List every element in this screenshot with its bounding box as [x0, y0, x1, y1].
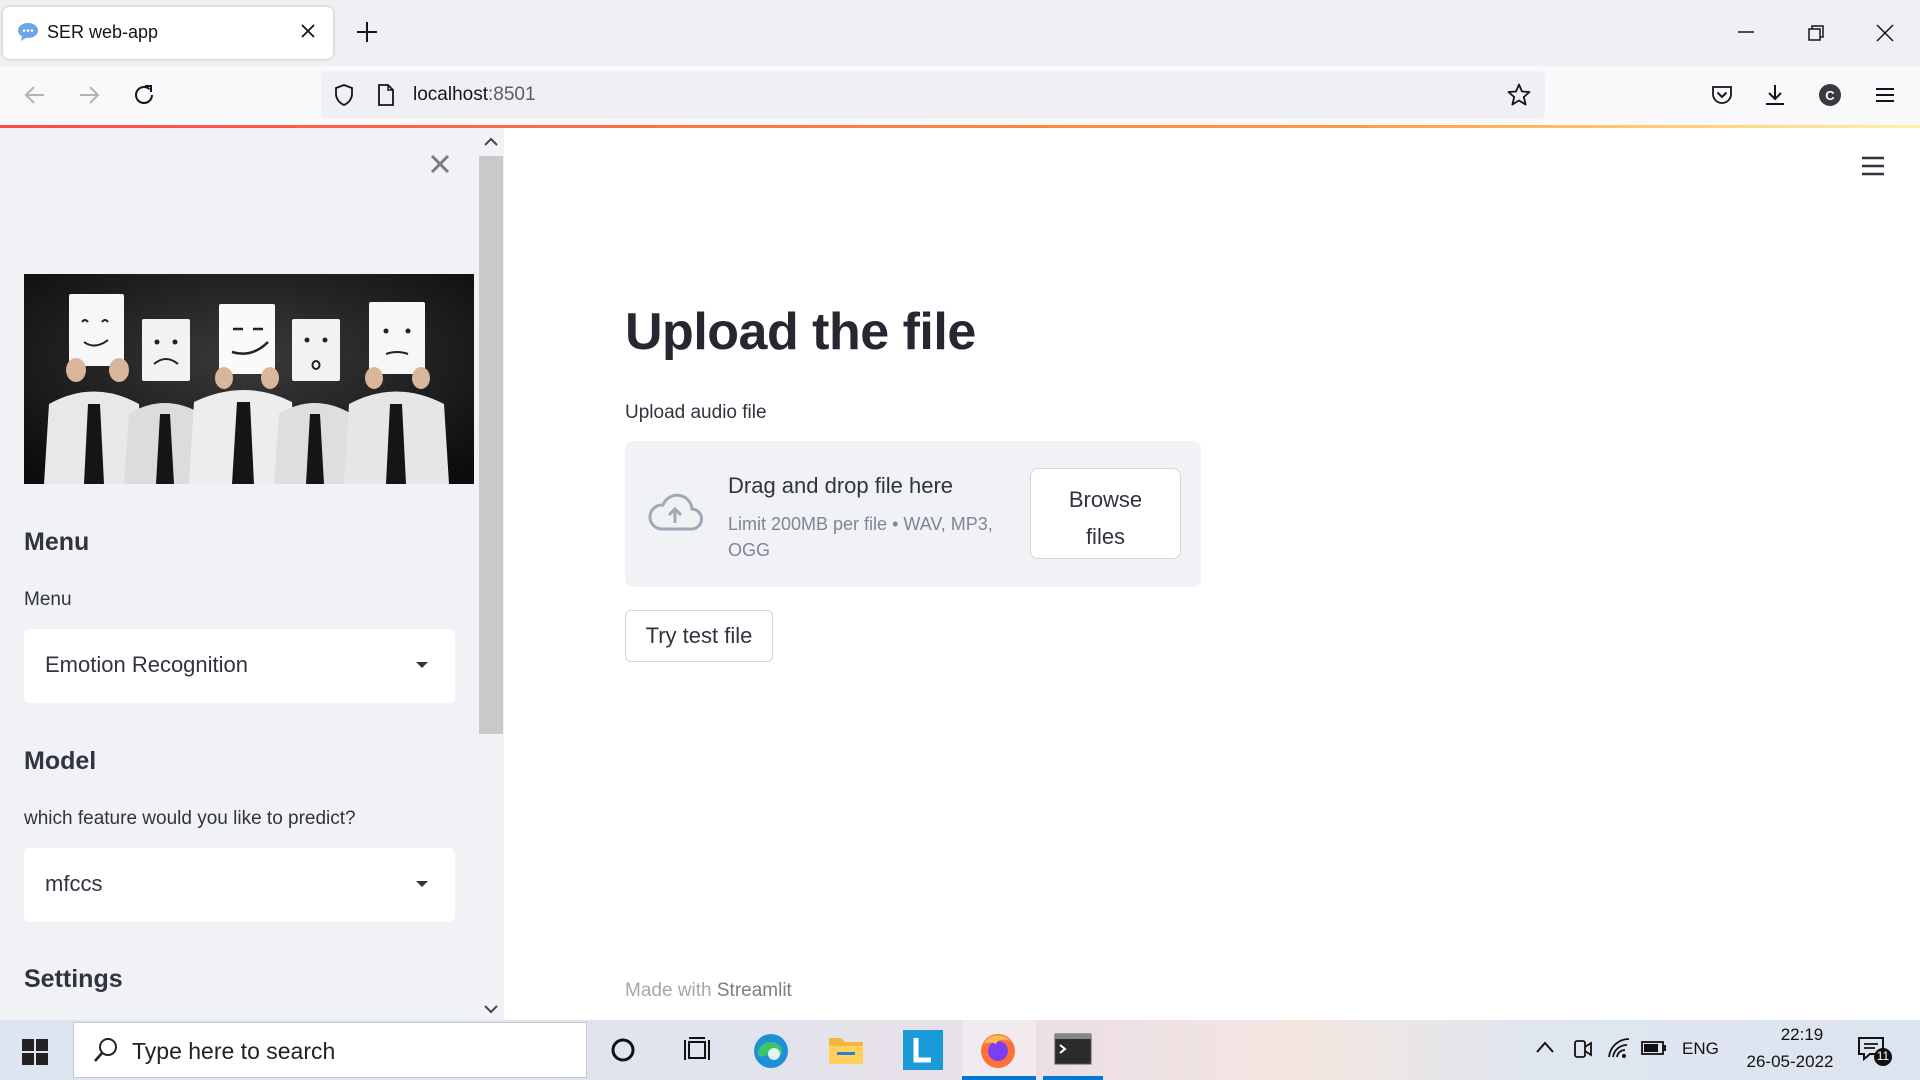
window-close-icon[interactable]	[1875, 23, 1895, 48]
bookmark-star-icon[interactable]	[1506, 82, 1532, 113]
browse-button-label-line2: files	[1085, 523, 1126, 549]
try-test-file-button[interactable]: Try test file	[625, 610, 773, 662]
hamburger-menu-icon[interactable]	[1860, 154, 1886, 183]
url-text[interactable]: localhost:8501	[413, 84, 536, 106]
windows-start-icon[interactable]	[22, 1039, 48, 1070]
edge-browser-icon[interactable]	[752, 1032, 790, 1075]
sidebar-scrollbar-thumb[interactable]	[479, 156, 503, 734]
browse-files-button[interactable]: Browse files	[1030, 468, 1181, 559]
tab-title: SER web-app	[47, 22, 159, 42]
svg-text:C: C	[1825, 88, 1835, 103]
pocket-icon[interactable]	[1709, 82, 1735, 113]
search-placeholder: Type here to search	[132, 1038, 336, 1064]
footer-prefix: Made with	[625, 980, 717, 1001]
l-app-icon[interactable]	[903, 1030, 943, 1075]
scroll-down-arrow-icon[interactable]	[484, 1001, 498, 1019]
menu-label: Menu	[24, 589, 72, 610]
url-host: localhost	[413, 84, 488, 105]
page-info-icon[interactable]	[375, 83, 397, 112]
cortana-icon[interactable]	[609, 1036, 637, 1069]
battery-icon[interactable]	[1641, 1039, 1667, 1062]
task-view-icon[interactable]	[682, 1036, 712, 1069]
wifi-icon[interactable]	[1607, 1037, 1631, 1066]
settings-heading: Settings	[24, 965, 123, 993]
model-feature-select[interactable]: mfccs	[24, 848, 455, 922]
caret-down-icon	[416, 881, 428, 887]
window-minimize-icon[interactable]	[1736, 22, 1756, 47]
browser-tab-bar: SER web-app	[0, 0, 1920, 66]
browser-navigation-bar: localhost:8501 C	[0, 66, 1920, 126]
terminal-icon[interactable]	[1054, 1033, 1092, 1070]
search-icon	[92, 1036, 120, 1069]
streamlit-link[interactable]: Streamlit	[717, 980, 792, 1001]
menu-select[interactable]: Emotion Recognition	[24, 629, 455, 703]
sidebar-close-icon[interactable]	[428, 152, 452, 181]
account-avatar-icon[interactable]: C	[1817, 82, 1843, 113]
menu-select-value: Emotion Recognition	[45, 652, 249, 677]
downloads-icon[interactable]	[1762, 82, 1788, 113]
reload-icon[interactable]	[131, 82, 157, 113]
windows-taskbar: Type here to search ENG 22:19 26-05-2022…	[0, 1020, 1920, 1080]
cloud-upload-icon	[647, 491, 703, 538]
url-port: :8501	[488, 84, 536, 105]
terminal-running-indicator	[1043, 1076, 1103, 1080]
upload-audio-label: Upload audio file	[625, 402, 767, 423]
language-indicator[interactable]: ENG	[1682, 1039, 1719, 1059]
dropzone-title: Drag and drop file here	[728, 473, 954, 498]
show-hidden-icons-chevron-icon[interactable]	[1535, 1040, 1555, 1059]
app-menu-icon[interactable]	[1872, 82, 1898, 113]
browse-button-label-line1: Browse	[1068, 486, 1143, 512]
browser-tab[interactable]: SER web-app	[3, 7, 333, 59]
firefox-running-indicator	[962, 1076, 1036, 1080]
back-arrow-icon[interactable]	[22, 82, 48, 113]
firefox-icon[interactable]	[978, 1030, 1018, 1075]
scroll-up-arrow-icon[interactable]	[484, 134, 498, 152]
page-title: Upload the file	[625, 303, 976, 361]
new-tab-icon[interactable]	[354, 19, 380, 50]
shield-icon[interactable]	[331, 82, 357, 113]
model-label: which feature would you like to predict?	[24, 808, 356, 829]
model-heading: Model	[24, 747, 97, 775]
taskbar-search-box[interactable]: Type here to search	[73, 1022, 587, 1078]
sidebar: Menu Menu Emotion Recognition Model whic…	[0, 128, 504, 1020]
forward-arrow-icon[interactable]	[76, 82, 102, 113]
notifications-icon[interactable]: 11	[1856, 1033, 1892, 1074]
tab-close-icon[interactable]	[299, 22, 317, 45]
file-dropzone[interactable]: Drag and drop file here Limit 200MB per …	[625, 441, 1201, 587]
file-explorer-icon[interactable]	[827, 1032, 865, 1073]
model-select-value: mfccs	[45, 871, 103, 896]
clock-date[interactable]: 26-05-2022	[1736, 1052, 1844, 1072]
faces-masks-image	[24, 274, 474, 484]
dropzone-limit-text: Limit 200MB per file • WAV, MP3, OGG	[728, 514, 993, 560]
footer: Made with Streamlit	[625, 980, 792, 1002]
caret-down-icon	[416, 662, 428, 668]
speech-bubble-icon	[17, 22, 39, 47]
window-restore-icon[interactable]	[1806, 23, 1826, 48]
menu-heading: Menu	[24, 528, 90, 556]
meet-now-icon[interactable]	[1572, 1037, 1594, 1066]
clock-time[interactable]: 22:19	[1760, 1025, 1844, 1045]
main-content: Upload the file Upload audio file Drag a…	[504, 128, 1920, 1020]
notification-count: 11	[1876, 1049, 1890, 1063]
address-bar[interactable]: localhost:8501	[321, 71, 1545, 119]
